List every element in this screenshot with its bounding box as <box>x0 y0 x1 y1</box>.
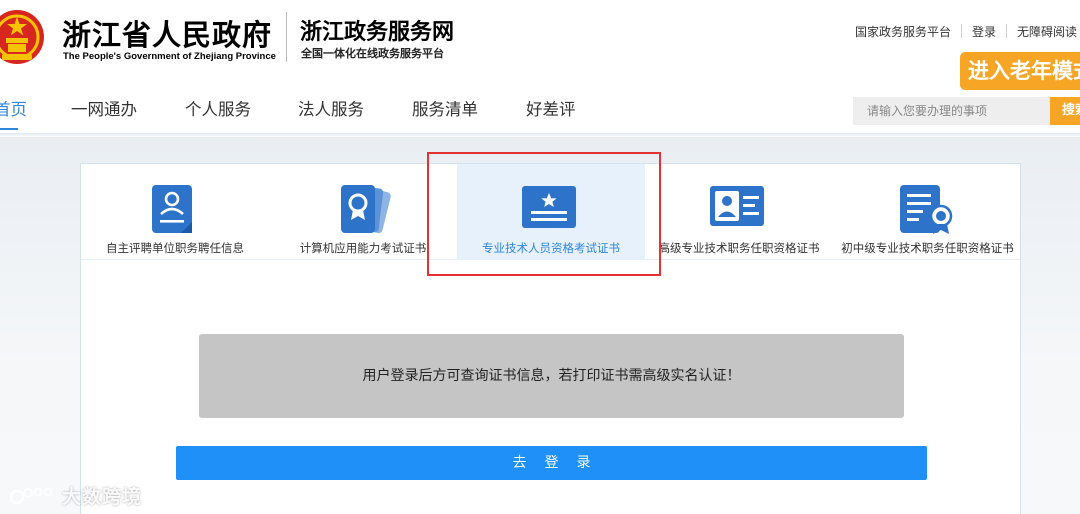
login-notice: 用户登录后方可查询证书信息，若打印证书需高级实名认证！ <box>199 334 904 418</box>
watermark: 大数跨境 <box>8 482 142 509</box>
login-link[interactable]: 登录 <box>972 23 996 40</box>
nav-legal-entity-services[interactable]: 法人服务 <box>298 96 364 120</box>
elder-mode-button[interactable]: 进入老年模式 <box>960 52 1080 90</box>
tab-label: 高级专业技术职务任职资格证书 <box>658 241 820 255</box>
tab-professional-qualification[interactable]: 专业技术人员资格考试证书 <box>457 164 645 260</box>
tab-employment-info[interactable]: 自主评聘单位职务聘任信息 <box>81 164 269 260</box>
go-login-button[interactable]: 去登录 <box>176 446 927 480</box>
header-divider <box>286 12 287 62</box>
star-card-icon <box>522 186 576 228</box>
gov-title[interactable]: 浙江省人民政府 <box>62 12 272 54</box>
nav-evaluation[interactable]: 好差评 <box>526 96 576 120</box>
tab-junior-title-certificate[interactable]: 初中级专业技术职务任职资格证书 <box>833 164 1022 260</box>
tab-label: 自主评聘单位职务聘任信息 <box>106 241 244 255</box>
certificate-query-panel: 自主评聘单位职务聘任信息 计算机应用能力考试证书 专业技术人员资格考试证书 高级… <box>80 163 1022 514</box>
nav-home[interactable]: 首页 <box>0 96 27 130</box>
top-links: 国家政务服务平台 登录 无障碍阅读 <box>855 23 1077 39</box>
document-badge-icon <box>900 185 953 234</box>
nav-personal-services[interactable]: 个人服务 <box>185 96 251 120</box>
accessibility-link[interactable]: 无障碍阅读 <box>1017 23 1077 40</box>
nav-service-list[interactable]: 服务清单 <box>412 96 478 120</box>
link-separator <box>961 24 963 38</box>
tab-label: 初中级专业技术职务任职资格证书 <box>841 241 1014 255</box>
nav-one-stop[interactable]: 一网通办 <box>71 96 137 120</box>
certificate-cards-icon <box>341 185 391 234</box>
site-header: 浙江省人民政府 The People's Government of Zheji… <box>0 0 1080 137</box>
national-platform-link[interactable]: 国家政务服务平台 <box>855 23 951 40</box>
person-document-icon <box>152 185 192 233</box>
id-card-icon <box>710 186 764 226</box>
certificate-tabs: 自主评聘单位职务聘任信息 计算机应用能力考试证书 专业技术人员资格考试证书 高级… <box>81 164 1022 260</box>
tab-label: 专业技术人员资格考试证书 <box>482 241 620 255</box>
watermark-logo-icon <box>9 487 53 504</box>
link-separator <box>1006 24 1008 38</box>
nav-home-label: 首页 <box>0 100 27 119</box>
service-subtitle: 全国一体化在线政务服务平台 <box>301 47 444 60</box>
tab-label: 计算机应用能力考试证书 <box>299 241 427 255</box>
watermark-text: 大数跨境 <box>62 486 143 508</box>
search-button[interactable]: 搜索 <box>1050 97 1080 125</box>
gov-subtitle: The People's Government of Zhejiang Prov… <box>63 51 276 62</box>
search-input[interactable]: 请输入您要办理的事项 <box>853 97 1053 125</box>
service-title[interactable]: 浙江政务服务网 <box>300 14 454 46</box>
tab-senior-title-certificate[interactable]: 高级专业技术职务任职资格证书 <box>645 164 833 260</box>
tab-computer-certificate[interactable]: 计算机应用能力考试证书 <box>269 164 457 260</box>
national-emblem-icon <box>0 10 44 64</box>
page: 浙江省人民政府 The People's Government of Zheji… <box>0 0 1080 514</box>
nav-active-underline <box>0 128 18 130</box>
